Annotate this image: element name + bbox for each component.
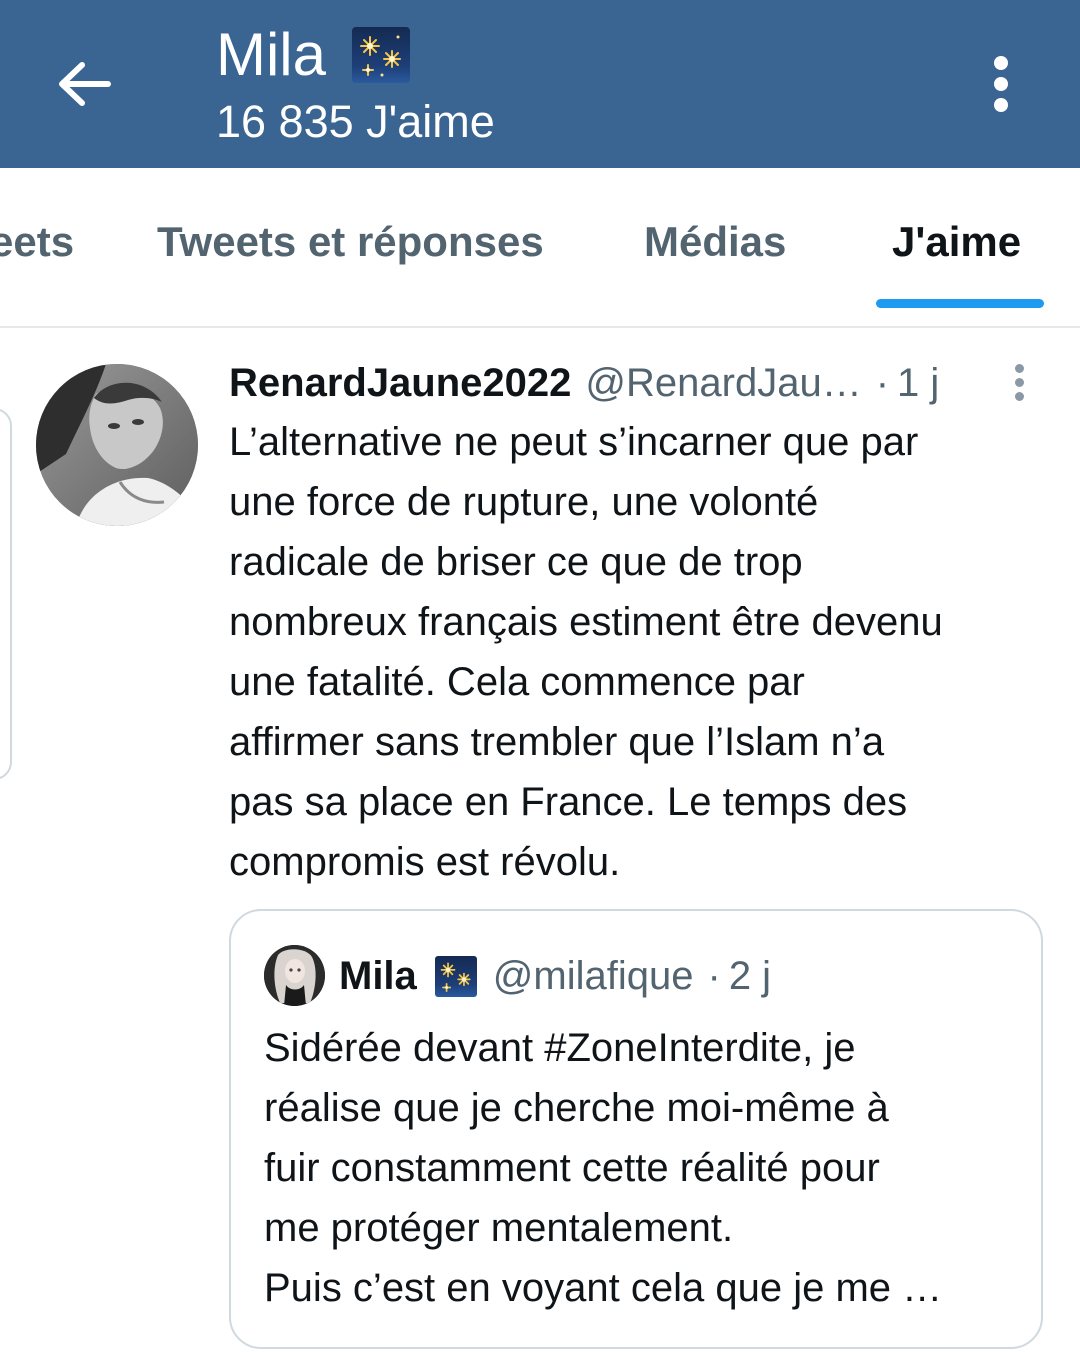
- sparkler-icon: [352, 27, 411, 83]
- quoted-tweet-text-line: Puis c’est en voyant cela que je me …: [264, 1266, 943, 1310]
- quoted-tweet-text-line: Sidérée devant #ZoneInterdite, je: [264, 1026, 856, 1070]
- quoted-tweet-text-line: fuir constamment cette réalité pour: [264, 1146, 880, 1190]
- tweet-more-button[interactable]: [1004, 360, 1036, 404]
- profile-title: Mila: [216, 21, 411, 88]
- tab-media[interactable]: Médias: [644, 216, 786, 268]
- quoted-tweet-avatar: [264, 945, 325, 1006]
- tweet-text-line: compromis est révolu.: [229, 840, 621, 884]
- quoted-tweet-separator: ·: [707, 953, 721, 998]
- profile-tabs: eets Tweets et réponses Médias J'aime: [0, 168, 1080, 328]
- tweet-author-handle[interactable]: @RenardJau…: [585, 361, 861, 406]
- quoted-tweet-header: Mila @milafique · 2 j: [339, 950, 771, 1002]
- tab-tweets-and-replies[interactable]: Tweets et réponses: [157, 216, 544, 268]
- quoted-tweet-author-name: Mila: [339, 953, 417, 998]
- tweet-author-name[interactable]: RenardJaune2022: [229, 361, 571, 406]
- top-app-bar: Mila 16 835 J'aime: [0, 0, 1080, 168]
- avatar[interactable]: [36, 364, 198, 526]
- tweet-text-line: une fatalité. Cela commence par: [229, 660, 805, 704]
- tweet-timestamp[interactable]: 1 j: [897, 361, 939, 406]
- quoted-tweet-timestamp: 2 j: [728, 953, 772, 998]
- tab-likes[interactable]: J'aime: [892, 216, 1021, 268]
- back-button[interactable]: [46, 52, 122, 116]
- tweet-text-line: affirmer sans trembler que l’Islam n’a: [229, 720, 885, 764]
- tweet-text: L’alternative ne peut s’incarner que par…: [229, 412, 1059, 892]
- profile-likes-count: 16 835 J'aime: [216, 96, 495, 147]
- active-tab-indicator: [876, 299, 1044, 308]
- more-options-button[interactable]: [976, 50, 1028, 118]
- quoted-tweet-author-handle: @milafique: [492, 953, 694, 998]
- arrow-left-icon: [59, 62, 111, 106]
- tweet-text-line: L’alternative ne peut s’incarner que par: [229, 420, 919, 464]
- tweet-separator: ·: [875, 360, 890, 405]
- quoted-tweet-text-line: me protéger mentalement.: [264, 1206, 734, 1250]
- quoted-tweet-text-line: réalise que je cherche moi-même à: [264, 1086, 889, 1130]
- tweet-text-line: une force de rupture, une volonté: [229, 480, 819, 524]
- sparkler-icon: [434, 955, 477, 997]
- previous-card-edge: [0, 408, 12, 780]
- tweet-text-line: nombreux français estiment être devenu: [229, 600, 943, 644]
- tweet-text-line: radicale de briser ce que de trop: [229, 540, 803, 584]
- tweet-header: RenardJaune2022 @RenardJau… · 1 j: [229, 356, 939, 410]
- profile-name: Mila: [216, 21, 327, 88]
- tweet-text-line: pas sa place en France. Le temps des: [229, 780, 908, 824]
- quoted-tweet-text: Sidérée devant #ZoneInterdite, je réalis…: [264, 1018, 1024, 1318]
- tab-tweets[interactable]: eets: [0, 216, 74, 268]
